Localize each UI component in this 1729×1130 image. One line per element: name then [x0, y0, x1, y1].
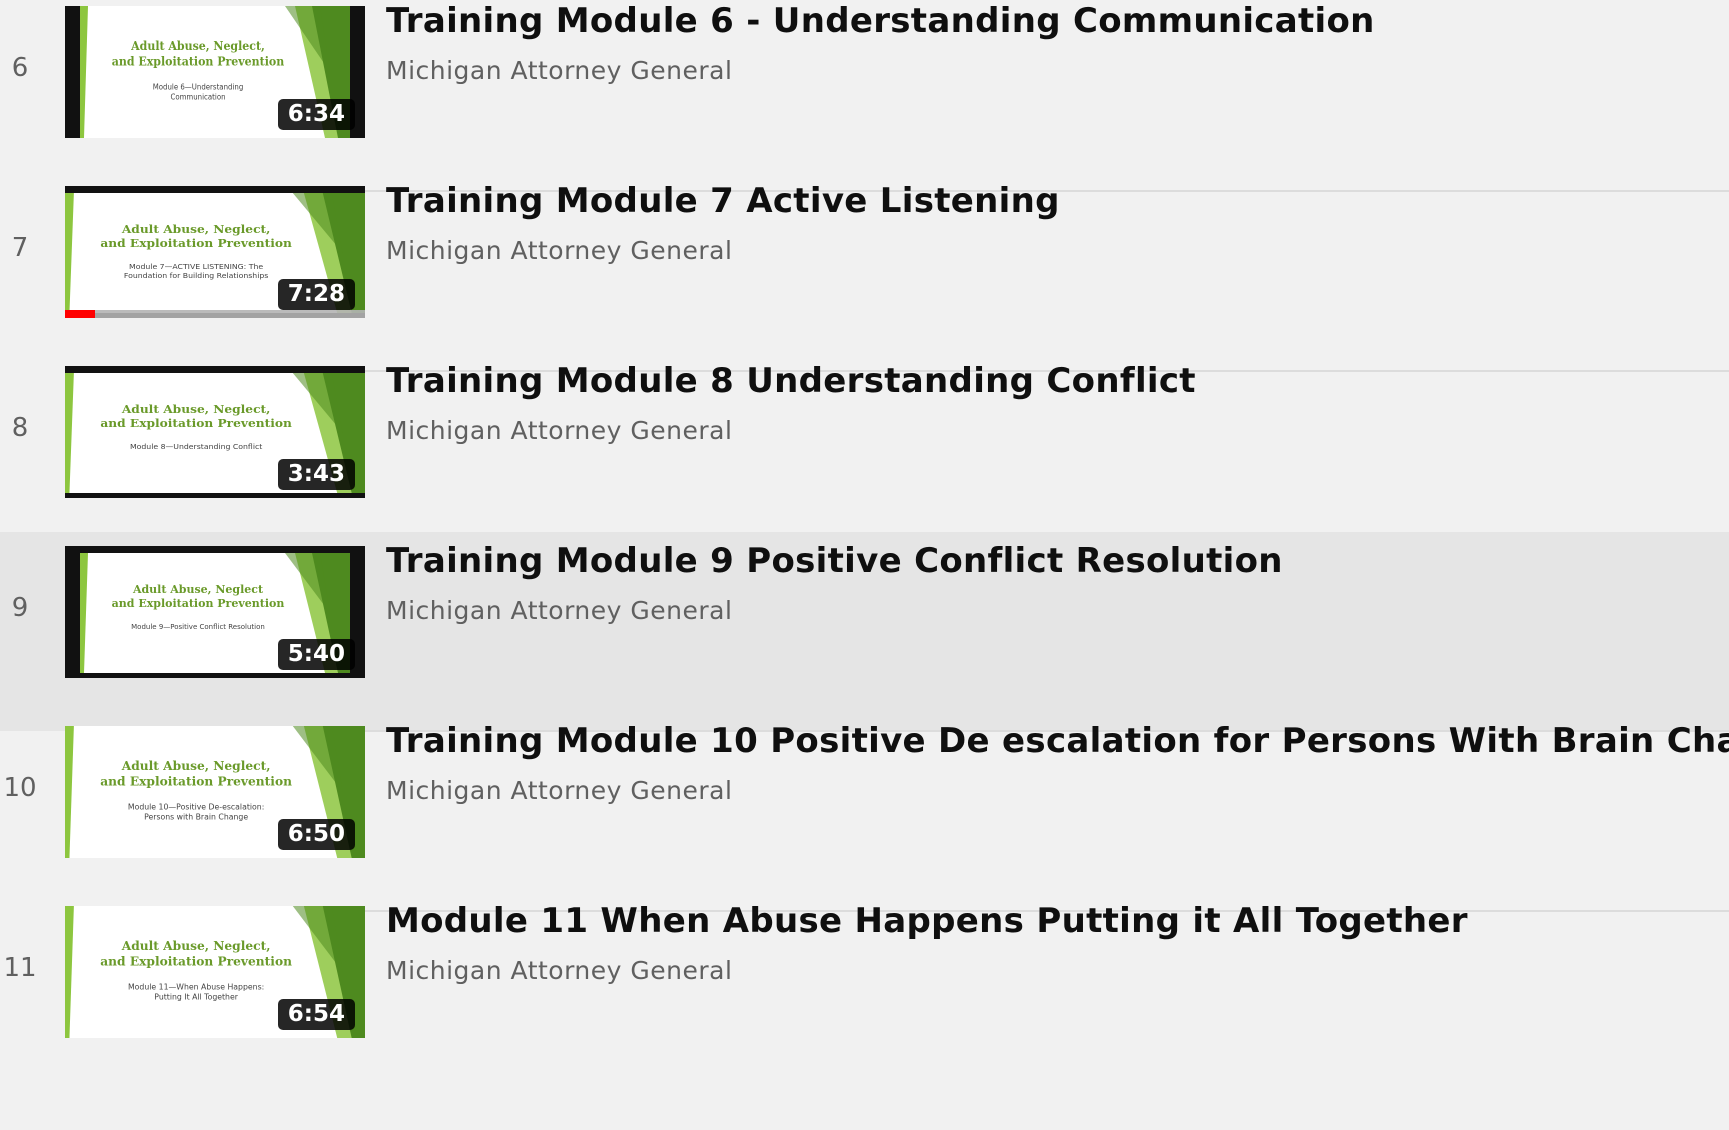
- channel-name[interactable]: Michigan Attorney General: [386, 54, 1729, 88]
- video-title[interactable]: Training Module 6 - Understanding Commun…: [386, 0, 1729, 44]
- slide-subtitle: Module 8—Understanding Conflict: [130, 442, 262, 451]
- slide-subtitle: Persons with Brain Change: [144, 813, 248, 822]
- video-thumbnail[interactable]: Adult Abuse, Neglect, and Exploitation Pr…: [65, 366, 365, 498]
- playlist-index: 10: [3, 773, 37, 803]
- playlist-item[interactable]: 9 Adult Abuse, Neglect and Exploitation Pr…: [0, 532, 1729, 732]
- channel-name[interactable]: Michigan Attorney General: [386, 414, 1729, 448]
- video-thumbnail[interactable]: Adult Abuse, Neglect, and Exploitation Pr…: [65, 726, 365, 858]
- video-thumbnail[interactable]: Adult Abuse, Neglect, and Exploitation Pr…: [65, 6, 365, 138]
- video-title[interactable]: Training Module 7 Active Listening: [386, 178, 1729, 224]
- slide-heading: Adult Abuse, Neglect,: [121, 939, 271, 953]
- slide-heading: Adult Abuse, Neglect,: [121, 759, 271, 773]
- video-meta: Module 11 When Abuse Happens Putting it …: [386, 898, 1729, 988]
- playlist-item[interactable]: 7 Adult Abuse, Neglect, and Exploitation P…: [0, 172, 1729, 372]
- duration-badge: 6:50: [277, 819, 355, 850]
- video-title[interactable]: Training Module 10 Positive De escalatio…: [386, 718, 1729, 764]
- playlist-item[interactable]: 8 Adult Abuse, Neglect, and Exploitation P…: [0, 352, 1729, 552]
- video-meta: Training Module 6 - Understanding Commun…: [386, 0, 1729, 88]
- video-meta: Training Module 8 Understanding Conflict…: [386, 358, 1729, 448]
- video-thumbnail[interactable]: Adult Abuse, Neglect and Exploitation Pre…: [65, 546, 365, 678]
- video-meta: Training Module 7 Active Listening Michig…: [386, 178, 1729, 268]
- playlist-item[interactable]: 6 Adult Abuse, Neglect, and Exploitation P…: [0, 0, 1729, 192]
- slide-subtitle: Communication: [170, 92, 225, 101]
- slide-heading: and Exploitation Prevention: [100, 417, 292, 430]
- playlist-index: 9: [11, 593, 29, 623]
- playlist-index: 8: [11, 413, 29, 443]
- channel-name[interactable]: Michigan Attorney General: [386, 234, 1729, 268]
- video-title[interactable]: Module 11 When Abuse Happens Putting it …: [386, 898, 1729, 944]
- slide-heading: and Exploitation Prevention: [100, 954, 292, 968]
- duration-badge: 6:34: [277, 99, 355, 130]
- channel-name[interactable]: Michigan Attorney General: [386, 594, 1729, 628]
- slide-heading: Adult Abuse, Neglect,: [121, 223, 271, 236]
- watch-progress-bar: [65, 310, 365, 318]
- duration-badge: 5:40: [277, 639, 355, 670]
- video-title[interactable]: Training Module 9 Positive Conflict Reso…: [386, 538, 1729, 584]
- playlist: 6 Adult Abuse, Neglect, and Exploitation P…: [0, 0, 1729, 1130]
- slide-heading: Adult Abuse, Neglect,: [130, 38, 265, 53]
- slide-heading: Adult Abuse, Neglect,: [121, 403, 271, 416]
- playlist-item[interactable]: 11 Adult Abuse, Neglect, and Exploitation …: [0, 892, 1729, 1091]
- video-title[interactable]: Training Module 8 Understanding Conflict: [386, 358, 1729, 404]
- slide-heading: Adult Abuse, Neglect: [132, 583, 264, 596]
- slide-heading: and Exploitation Prevention: [100, 237, 292, 250]
- slide-heading: and Exploitation Prevention: [100, 774, 292, 788]
- duration-badge: 6:54: [277, 999, 355, 1030]
- duration-badge: 3:43: [277, 459, 355, 490]
- duration-badge: 7:28: [277, 279, 355, 310]
- playlist-index: 6: [11, 53, 29, 83]
- video-meta: Training Module 9 Positive Conflict Reso…: [386, 538, 1729, 628]
- slide-subtitle: Module 10—Positive De-escalation:: [128, 803, 264, 812]
- playlist-item[interactable]: 10 Adult Abuse, Neglect, and Exploitation …: [0, 712, 1729, 912]
- slide-heading: and Exploitation Prevention: [112, 54, 285, 69]
- slide-subtitle: Module 7—ACTIVE LISTENING: The: [129, 262, 264, 271]
- channel-name[interactable]: Michigan Attorney General: [386, 774, 1729, 808]
- watch-progress-fill: [65, 310, 95, 318]
- playlist-index: 11: [3, 953, 37, 983]
- video-thumbnail[interactable]: Adult Abuse, Neglect, and Exploitation Pr…: [65, 906, 365, 1038]
- slide-subtitle: Module 9—Positive Conflict Resolution: [131, 623, 265, 631]
- video-thumbnail[interactable]: Adult Abuse, Neglect, and Exploitation Pr…: [65, 186, 365, 318]
- slide-subtitle: Module 11—When Abuse Happens:: [128, 983, 264, 992]
- slide-subtitle: Putting It All Together: [154, 993, 238, 1002]
- slide-subtitle: Foundation for Building Relationships: [124, 271, 269, 280]
- slide-heading: and Exploitation Prevention: [112, 597, 285, 610]
- playlist-index: 7: [11, 233, 29, 263]
- channel-name[interactable]: Michigan Attorney General: [386, 954, 1729, 988]
- slide-subtitle: Module 6—Understanding: [153, 82, 244, 91]
- video-meta: Training Module 10 Positive De escalatio…: [386, 718, 1729, 808]
